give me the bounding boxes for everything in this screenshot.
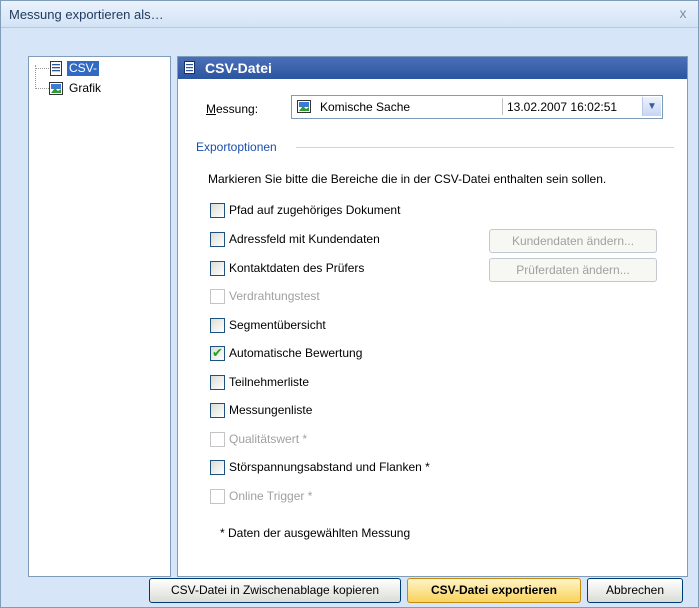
option-label: Automatische Bewertung (229, 346, 363, 360)
checkbox[interactable] (210, 403, 225, 418)
copy-to-clipboard-button[interactable]: CSV-Datei in Zwischenablage kopieren (149, 578, 401, 603)
title-bar: Messung exportieren als… x (1, 1, 698, 28)
tree-connector-branch (35, 88, 49, 89)
checkbox (210, 432, 225, 447)
edit-tester-data-button: Prüferdaten ändern... (489, 258, 657, 282)
image-icon (49, 82, 63, 95)
measurement-select[interactable]: Komische Sache 13.02.2007 16:02:51 ▼ (291, 95, 663, 119)
option-label: Qualitätswert * (229, 432, 308, 446)
document-icon (50, 61, 62, 76)
measurement-label: Messung: (206, 102, 258, 116)
checkbox[interactable] (210, 261, 225, 276)
chevron-down-icon[interactable]: ▼ (642, 97, 661, 116)
options-panel: CSV-Datei Messung: Komische Sache 13.02.… (177, 56, 688, 577)
document-icon (184, 61, 195, 74)
export-dialog: Messung exportieren als… x CSV-Datei Gra… (0, 0, 699, 608)
option-label: Pfad auf zugehöriges Dokument (229, 203, 401, 217)
tree-item-label: Grafik (69, 81, 102, 95)
cancel-button[interactable]: Abbrechen (587, 578, 683, 603)
instruction-text: Markieren Sie bitte die Bereiche die in … (208, 172, 607, 186)
measurement-label-text: essung: (216, 102, 259, 116)
tree-connector-branch (35, 68, 49, 69)
edit-customer-data-button: Kundendaten ändern... (489, 229, 657, 253)
option-label: Segmentübersicht (229, 318, 326, 332)
group-divider (296, 147, 674, 148)
combo-separator (502, 98, 503, 115)
option-label: Teilnehmerliste (229, 375, 310, 389)
checkbox (210, 289, 225, 304)
checkbox (210, 489, 225, 504)
checkbox[interactable] (210, 232, 225, 247)
measurement-name: Komische Sache (320, 100, 411, 114)
option-label: Störspannungsabstand und Flanken * (229, 460, 430, 474)
checkbox[interactable] (210, 375, 225, 390)
option-label: Messungenliste (229, 403, 313, 417)
measurement-date: 13.02.2007 16:02:51 (507, 100, 618, 114)
footnote: * Daten der ausgewählten Messung (220, 526, 411, 540)
option-label: Verdrahtungstest (229, 289, 320, 303)
export-csv-button[interactable]: CSV-Datei exportieren (407, 578, 581, 603)
export-options-group-label: Exportoptionen (196, 140, 277, 154)
accesskey-letter: M (206, 102, 216, 116)
checkbox[interactable] (210, 203, 225, 218)
window-title: Messung exportieren als… (9, 7, 164, 22)
option-label: Adressfeld mit Kundendaten (229, 232, 380, 246)
checkbox[interactable] (210, 460, 225, 475)
checkbox[interactable] (210, 318, 225, 333)
checkmark-icon: ✔ (212, 345, 223, 360)
measurement-icon (297, 100, 311, 113)
format-tree: CSV-Datei Grafik (28, 56, 171, 577)
panel-title: CSV-Datei (205, 60, 272, 76)
panel-header: CSV-Datei (178, 57, 687, 79)
option-label: Online Trigger * (229, 489, 313, 503)
option-label: Kontaktdaten des Prüfers (229, 261, 365, 275)
checkbox[interactable]: ✔ (210, 345, 225, 361)
close-button[interactable]: x (674, 4, 692, 22)
tree-item-label: CSV-Datei (67, 61, 100, 90)
